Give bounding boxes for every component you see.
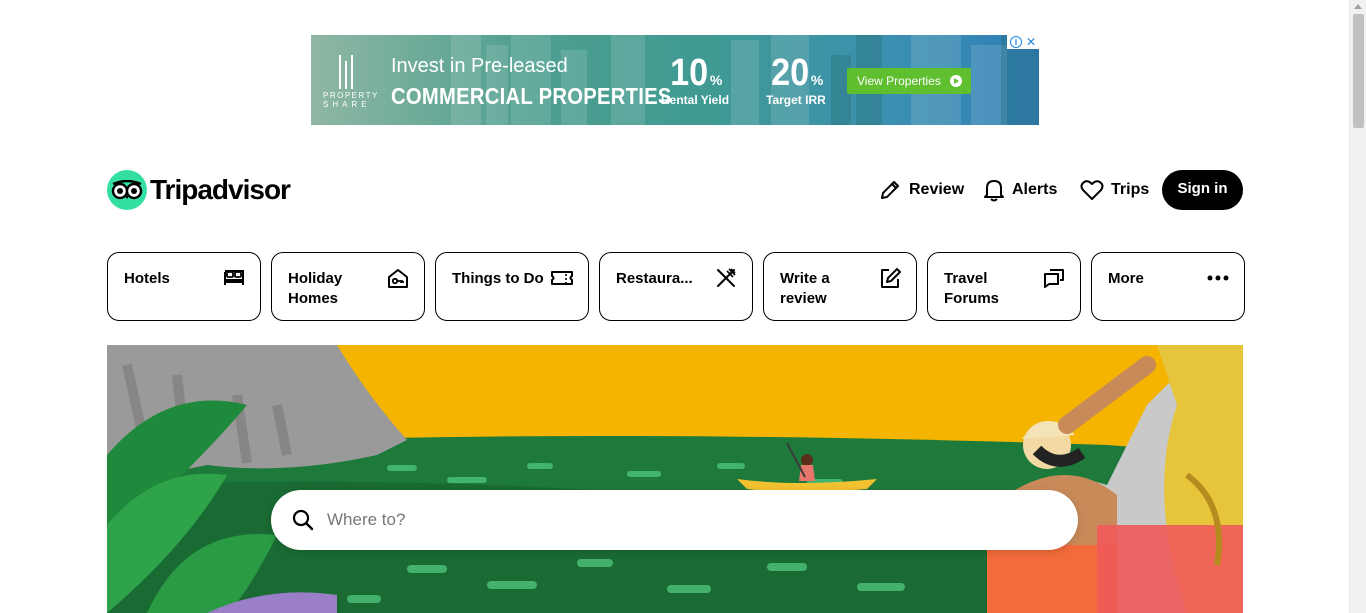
tile-hotels-label: Hotels	[124, 270, 170, 287]
nav-alerts[interactable]: Alerts	[983, 170, 1057, 210]
propertyshare-logo-icon	[339, 55, 353, 89]
bed-icon	[224, 270, 244, 285]
nav-trips[interactable]: Trips	[1080, 170, 1149, 210]
tile-holiday-homes[interactable]: Holiday Homes	[271, 252, 425, 321]
tile-travel-forums-label: Travel Forums	[944, 270, 1000, 307]
tile-write-review[interactable]: Write a review	[763, 252, 917, 321]
nav-review[interactable]: Review	[878, 170, 964, 210]
tile-things-to-do[interactable]: Things to Do	[435, 252, 589, 321]
chat-bubbles-icon	[1044, 269, 1064, 288]
category-tiles: Hotels Holiday Homes Things to Do Restau…	[107, 252, 1245, 321]
tile-things-to-do-label: Things to Do	[452, 270, 544, 287]
ellipsis-icon	[1207, 275, 1229, 281]
sign-in-button[interactable]: Sign in	[1162, 170, 1243, 210]
tile-restaurants-label: Restaura...	[616, 270, 693, 287]
info-icon[interactable]: i	[1010, 36, 1022, 48]
tile-hotels[interactable]: Hotels	[107, 252, 261, 321]
nav-alerts-label: Alerts	[1012, 181, 1058, 198]
fork-knife-icon	[717, 268, 736, 287]
brand-name: Tripadvisor	[150, 174, 291, 205]
tile-travel-forums[interactable]: Travel Forums	[927, 252, 1081, 321]
nav-trips-label: Trips	[1111, 181, 1150, 198]
ticket-icon	[551, 271, 573, 285]
pencil-icon	[881, 181, 899, 199]
ad-stat-target-irr: 20% Target IRR	[766, 52, 826, 107]
hero-artwork	[107, 345, 1243, 613]
ad-banner[interactable]: PROPERTY SHARE Invest in Pre-leased COMM…	[311, 35, 1039, 125]
hero-illustration	[107, 345, 1243, 613]
ad-subheadline: COMMERCIAL PROPERTIES	[391, 83, 672, 109]
tile-write-review-label: Write a review	[780, 270, 830, 307]
arrow-right-icon	[950, 75, 962, 87]
owl-logo-icon	[107, 170, 147, 210]
ad-brand: PROPERTY SHARE	[323, 91, 379, 109]
nav-review-label: Review	[909, 181, 965, 198]
ad-stat-rental-yield: 10% Rental Yield	[661, 52, 730, 107]
tile-holiday-homes-label: Holiday Homes	[288, 270, 343, 307]
search-icon	[292, 509, 314, 531]
tile-restaurants[interactable]: Restaura...	[599, 252, 753, 321]
scroll-up-icon[interactable]	[1354, 4, 1362, 9]
tile-more[interactable]: More	[1091, 252, 1245, 321]
scrollbar-thumb[interactable]	[1353, 14, 1364, 128]
search-input[interactable]: Where to?	[327, 510, 405, 530]
heart-icon	[1080, 180, 1104, 200]
view-properties-button[interactable]: View Properties	[847, 68, 971, 94]
tile-more-label: More	[1108, 270, 1144, 287]
bell-icon	[984, 180, 1004, 202]
page-scrollbar[interactable]	[1349, 0, 1366, 613]
adchoices[interactable]: i ✕	[1007, 35, 1039, 49]
search-bar[interactable]: Where to?	[271, 490, 1078, 550]
tripadvisor-logo[interactable]: Tripadvisor	[107, 170, 291, 210]
ad-headline: Invest in Pre-leased	[391, 55, 568, 77]
close-icon[interactable]: ✕	[1026, 35, 1036, 49]
edit-icon	[881, 268, 901, 288]
house-key-icon	[388, 269, 408, 288]
